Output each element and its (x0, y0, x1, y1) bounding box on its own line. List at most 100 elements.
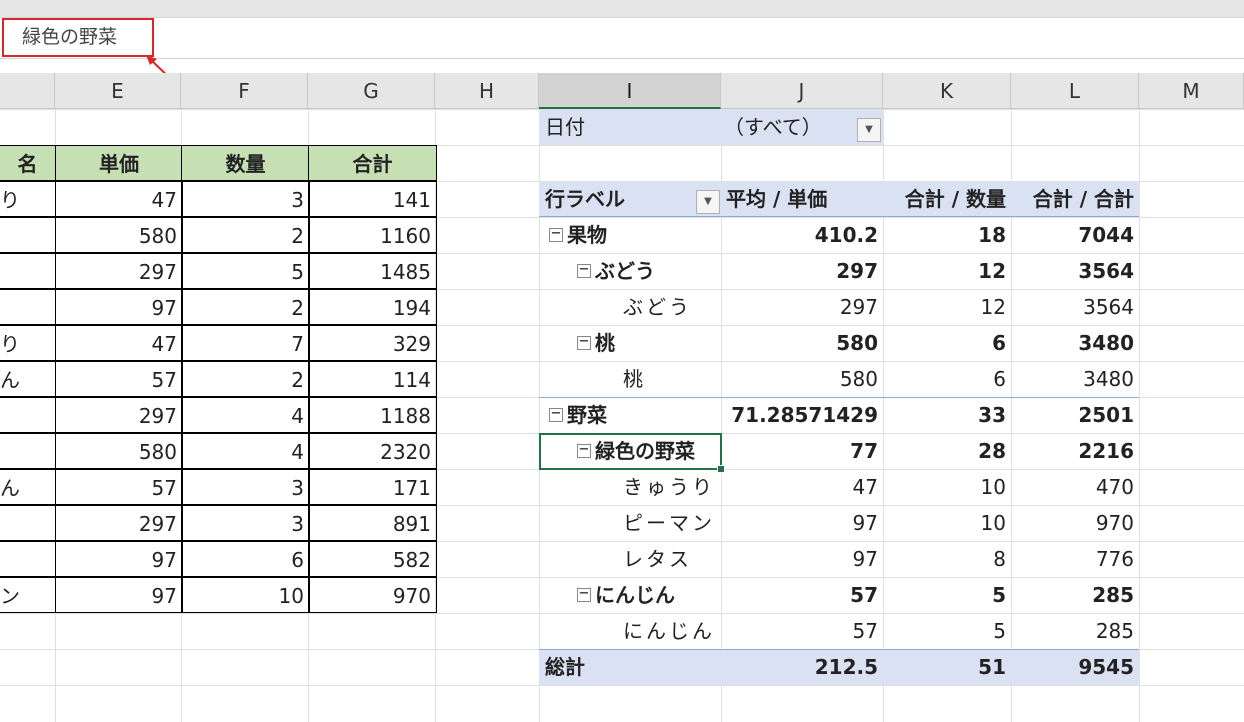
pivot-col-header[interactable]: 合計 / 数量 (883, 181, 1011, 217)
column-header-m[interactable]: M (1139, 73, 1244, 109)
table-cell[interactable]: 3 (181, 505, 310, 541)
row-header-corner[interactable] (0, 73, 55, 109)
pivot-value-cell[interactable]: 97 (721, 505, 883, 541)
column-header-h[interactable]: H (435, 73, 539, 109)
table-cell[interactable]: 4 (181, 433, 310, 469)
table-cell[interactable] (0, 505, 56, 541)
table-cell[interactable]: 141 (308, 181, 437, 217)
table-cell[interactable]: ん (0, 469, 56, 505)
pivot-row-label[interactable]: − 野菜 (549, 397, 729, 433)
pivot-value-cell[interactable]: 10 (883, 469, 1011, 505)
table-cell[interactable]: 5 (181, 253, 310, 289)
pivot-total-label[interactable]: 総計 (545, 649, 715, 685)
column-header-l[interactable]: L (1011, 73, 1139, 109)
table-cell[interactable]: ん (0, 361, 56, 397)
pivot-value-cell[interactable]: 470 (1011, 469, 1139, 505)
pivot-value-cell[interactable]: 47 (721, 469, 883, 505)
table-cell[interactable] (0, 433, 56, 469)
pivot-value-cell[interactable]: 2501 (1011, 397, 1139, 433)
table-cell[interactable]: 7 (181, 325, 310, 361)
table-cell[interactable]: 297 (55, 253, 183, 289)
pivot-value-cell[interactable]: 3564 (1011, 289, 1139, 325)
table-cell[interactable]: 47 (55, 325, 183, 361)
column-header-e[interactable]: E (55, 73, 181, 109)
column-header-k[interactable]: K (883, 73, 1011, 109)
table-cell[interactable]: 582 (308, 541, 437, 577)
table-cell[interactable]: 97 (55, 577, 183, 613)
table-cell[interactable]: 580 (55, 217, 183, 253)
pivot-value-cell[interactable]: 2216 (1011, 433, 1139, 469)
pivot-value-cell[interactable]: 776 (1011, 541, 1139, 577)
pivot-value-cell[interactable]: 3480 (1011, 361, 1139, 397)
table-cell[interactable]: 329 (308, 325, 437, 361)
source-header-cell[interactable]: 名 (0, 145, 56, 181)
pivot-value-cell[interactable]: 12 (883, 289, 1011, 325)
table-cell[interactable]: ン (0, 577, 56, 613)
pivot-value-cell[interactable]: 28 (883, 433, 1011, 469)
table-cell[interactable]: 2 (181, 361, 310, 397)
table-cell[interactable]: 194 (308, 289, 437, 325)
pivot-value-cell[interactable]: 18 (883, 217, 1011, 253)
table-cell[interactable]: 97 (55, 289, 183, 325)
table-cell[interactable]: 97 (55, 541, 183, 577)
table-cell[interactable]: 4 (181, 397, 310, 433)
table-cell[interactable]: 57 (55, 469, 183, 505)
pivot-value-cell[interactable]: 12 (883, 253, 1011, 289)
table-cell[interactable]: 297 (55, 397, 183, 433)
table-cell[interactable]: り (0, 325, 56, 361)
pivot-value-cell[interactable]: 970 (1011, 505, 1139, 541)
pivot-total-cell[interactable]: 51 (883, 649, 1011, 685)
pivot-value-cell[interactable]: 580 (721, 361, 883, 397)
pivot-value-cell[interactable]: 3480 (1011, 325, 1139, 361)
pivot-col-header[interactable]: 合計 / 合計 (1011, 181, 1139, 217)
pivot-value-cell[interactable]: 7044 (1011, 217, 1139, 253)
formula-bar[interactable] (0, 18, 1244, 59)
pivot-value-cell[interactable]: 285 (1011, 613, 1139, 649)
filter-dropdown-icon[interactable]: ▼ (857, 118, 881, 142)
pivot-col-header[interactable]: 平均 / 単価 (721, 181, 883, 217)
formula-bar-value[interactable]: 緑色の野菜 (2, 18, 154, 57)
table-cell[interactable]: 2 (181, 289, 310, 325)
column-header-j[interactable]: J (721, 73, 883, 109)
column-header-g[interactable]: G (308, 73, 435, 109)
table-cell[interactable] (0, 217, 56, 253)
pivot-value-cell[interactable]: 6 (883, 325, 1011, 361)
table-cell[interactable]: 297 (55, 505, 183, 541)
table-cell[interactable]: 1485 (308, 253, 437, 289)
pivot-filter-value[interactable]: （すべて） (724, 109, 854, 145)
table-cell[interactable]: 2 (181, 217, 310, 253)
table-cell[interactable] (0, 397, 56, 433)
table-cell[interactable]: 47 (55, 181, 183, 217)
row-label-dropdown-icon[interactable]: ▼ (696, 190, 720, 214)
table-cell[interactable] (0, 289, 56, 325)
pivot-value-cell[interactable]: 5 (883, 577, 1011, 613)
collapse-icon[interactable]: − (577, 587, 591, 602)
table-cell[interactable] (0, 541, 56, 577)
pivot-value-cell[interactable]: 8 (883, 541, 1011, 577)
table-cell[interactable]: 580 (55, 433, 183, 469)
table-cell[interactable]: 10 (181, 577, 310, 613)
pivot-total-cell[interactable]: 9545 (1011, 649, 1139, 685)
table-cell[interactable]: 891 (308, 505, 437, 541)
pivot-value-cell[interactable]: 297 (721, 289, 883, 325)
table-cell[interactable] (0, 253, 56, 289)
pivot-value-cell[interactable]: 3564 (1011, 253, 1139, 289)
table-cell[interactable]: 171 (308, 469, 437, 505)
pivot-value-cell[interactable]: 57 (721, 577, 883, 613)
table-cell[interactable]: り (0, 181, 56, 217)
pivot-value-cell[interactable]: 97 (721, 541, 883, 577)
table-cell[interactable]: 3 (181, 469, 310, 505)
pivot-value-cell[interactable]: 410.2 (721, 217, 883, 253)
table-cell[interactable]: 1188 (308, 397, 437, 433)
pivot-value-cell[interactable]: 6 (883, 361, 1011, 397)
collapse-icon[interactable]: − (549, 227, 563, 242)
pivot-value-cell[interactable]: 33 (883, 397, 1011, 433)
pivot-value-cell[interactable]: 57 (721, 613, 883, 649)
pivot-value-cell[interactable]: 580 (721, 325, 883, 361)
pivot-value-cell[interactable]: 10 (883, 505, 1011, 541)
table-cell[interactable]: 2320 (308, 433, 437, 469)
pivot-value-cell[interactable]: 297 (721, 253, 883, 289)
pivot-value-cell[interactable]: 5 (883, 613, 1011, 649)
pivot-value-cell[interactable]: 71.28571429 (721, 397, 883, 433)
pivot-value-cell[interactable]: 285 (1011, 577, 1139, 613)
